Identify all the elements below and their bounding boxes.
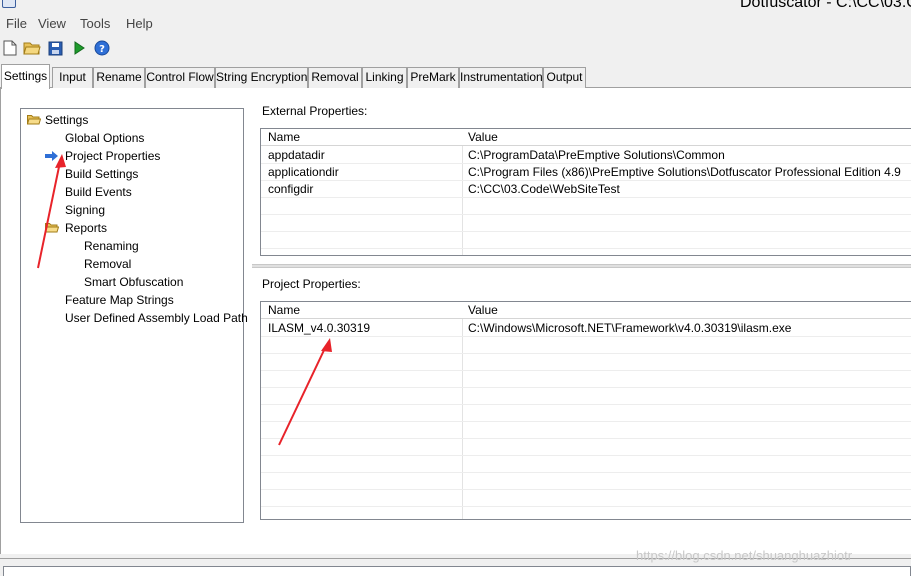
- empty-row: [261, 198, 911, 215]
- tree-item-renaming[interactable]: Renaming: [84, 238, 139, 254]
- tree-item-reports[interactable]: Reports: [44, 220, 108, 236]
- output-panel: [3, 566, 911, 576]
- tree-item-build-events[interactable]: Build Events: [65, 184, 132, 200]
- help-icon[interactable]: ?: [93, 39, 111, 57]
- tree-item-removal[interactable]: Removal: [84, 256, 131, 272]
- empty-row: [261, 405, 911, 422]
- tree-item-build-settings[interactable]: Build Settings: [65, 166, 138, 182]
- cell-value: C:\CC\03.Code\WebSiteTest: [468, 182, 620, 196]
- tree-item-feature-map-strings[interactable]: Feature Map Strings: [65, 292, 174, 308]
- tab-removal[interactable]: Removal: [308, 67, 362, 88]
- toolbar: ?: [0, 36, 911, 60]
- tab-linking[interactable]: Linking: [362, 67, 407, 88]
- svg-text:?: ?: [99, 44, 105, 55]
- grid-header: Name Value: [261, 129, 911, 146]
- folder-open-icon: [26, 113, 42, 125]
- project-properties-label: Project Properties:: [262, 277, 361, 291]
- column-header-name[interactable]: Name: [268, 303, 300, 317]
- empty-row: [261, 490, 911, 507]
- tree-item-user-defined-assembly-load-path[interactable]: User Defined Assembly Load Path: [65, 310, 248, 326]
- tab-control-flow[interactable]: Control Flow: [145, 67, 215, 88]
- table-row[interactable]: ILASM_v4.0.30319 C:\Windows\Microsoft.NE…: [261, 320, 911, 337]
- open-folder-icon[interactable]: [23, 39, 41, 57]
- table-row[interactable]: applicationdir C:\Program Files (x86)\Pr…: [261, 164, 911, 181]
- cell-name: ILASM_v4.0.30319: [268, 321, 371, 335]
- tree-item-smart-obfuscation[interactable]: Smart Obfuscation: [84, 274, 183, 290]
- empty-row: [261, 439, 911, 456]
- tab-rename[interactable]: Rename: [93, 67, 145, 88]
- empty-row: [261, 388, 911, 405]
- menu-view[interactable]: View: [38, 16, 66, 31]
- cell-name: appdatadir: [268, 148, 325, 162]
- menu-help[interactable]: Help: [126, 16, 153, 31]
- empty-row: [261, 456, 911, 473]
- external-properties-label: External Properties:: [262, 104, 368, 118]
- menu-bar: File View Tools Help: [0, 14, 911, 34]
- column-header-name[interactable]: Name: [268, 130, 300, 144]
- tree-item-label: Settings: [45, 113, 89, 127]
- table-row[interactable]: appdatadir C:\ProgramData\PreEmptive Sol…: [261, 147, 911, 164]
- empty-row: [261, 215, 911, 232]
- external-properties-grid: Name Value appdatadir C:\ProgramData\Pre…: [260, 128, 911, 256]
- tree-item-settings[interactable]: Settings: [26, 112, 89, 128]
- cell-name: configdir: [268, 182, 314, 196]
- tab-string-encryption[interactable]: String Encryption: [215, 67, 308, 88]
- project-properties-grid: Name Value ILASM_v4.0.30319 C:\Windows\M…: [260, 301, 911, 520]
- tree-item-project-properties[interactable]: Project Properties: [45, 148, 160, 164]
- empty-row: [261, 337, 911, 354]
- run-icon[interactable]: [70, 39, 88, 57]
- tree-item-label: Reports: [65, 221, 108, 235]
- tab-output[interactable]: Output: [543, 67, 586, 88]
- watermark: https://blog.csdn.net/shuanghuazhiotr: [636, 548, 853, 563]
- settings-tree: Settings Global Options Project Properti…: [20, 108, 248, 523]
- tab-settings[interactable]: Settings: [1, 64, 50, 89]
- selected-arrow-icon: [45, 149, 61, 165]
- empty-row: [261, 371, 911, 388]
- grid-header: Name Value: [261, 302, 911, 319]
- empty-row: [261, 354, 911, 371]
- tab-premark[interactable]: PreMark: [407, 67, 459, 88]
- app-icon: [2, 0, 16, 8]
- tree-item-signing[interactable]: Signing: [65, 202, 105, 218]
- window-title: Dotfuscator - C:\CC\03.C: [740, 0, 911, 11]
- empty-row: [261, 473, 911, 490]
- splitter[interactable]: [252, 264, 911, 268]
- settings-content: Settings Global Options Project Properti…: [0, 88, 911, 554]
- tab-input[interactable]: Input: [52, 67, 93, 88]
- menu-file[interactable]: File: [6, 16, 27, 31]
- cell-value: C:\Windows\Microsoft.NET\Framework\v4.0.…: [468, 321, 792, 335]
- folder-open-icon: [44, 221, 60, 233]
- tree-item-label: Project Properties: [65, 149, 161, 163]
- cell-value: C:\Program Files (x86)\PreEmptive Soluti…: [468, 165, 901, 179]
- cell-value: C:\ProgramData\PreEmptive Solutions\Comm…: [468, 148, 725, 162]
- column-header-value[interactable]: Value: [468, 130, 498, 144]
- cell-name: applicationdir: [268, 165, 339, 179]
- new-file-icon[interactable]: [1, 39, 19, 57]
- save-icon[interactable]: [46, 39, 64, 57]
- column-header-value[interactable]: Value: [468, 303, 498, 317]
- empty-row: [261, 232, 911, 249]
- title-bar: Dotfuscator - C:\CC\03.C: [0, 0, 911, 12]
- tree-item-global-options[interactable]: Global Options: [65, 130, 144, 146]
- menu-tools[interactable]: Tools: [80, 16, 110, 31]
- tab-instrumentation[interactable]: Instrumentation: [459, 67, 543, 88]
- table-row[interactable]: configdir C:\CC\03.Code\WebSiteTest: [261, 181, 911, 198]
- empty-row: [261, 422, 911, 439]
- tab-strip: Settings Input Rename Control Flow Strin…: [0, 64, 911, 89]
